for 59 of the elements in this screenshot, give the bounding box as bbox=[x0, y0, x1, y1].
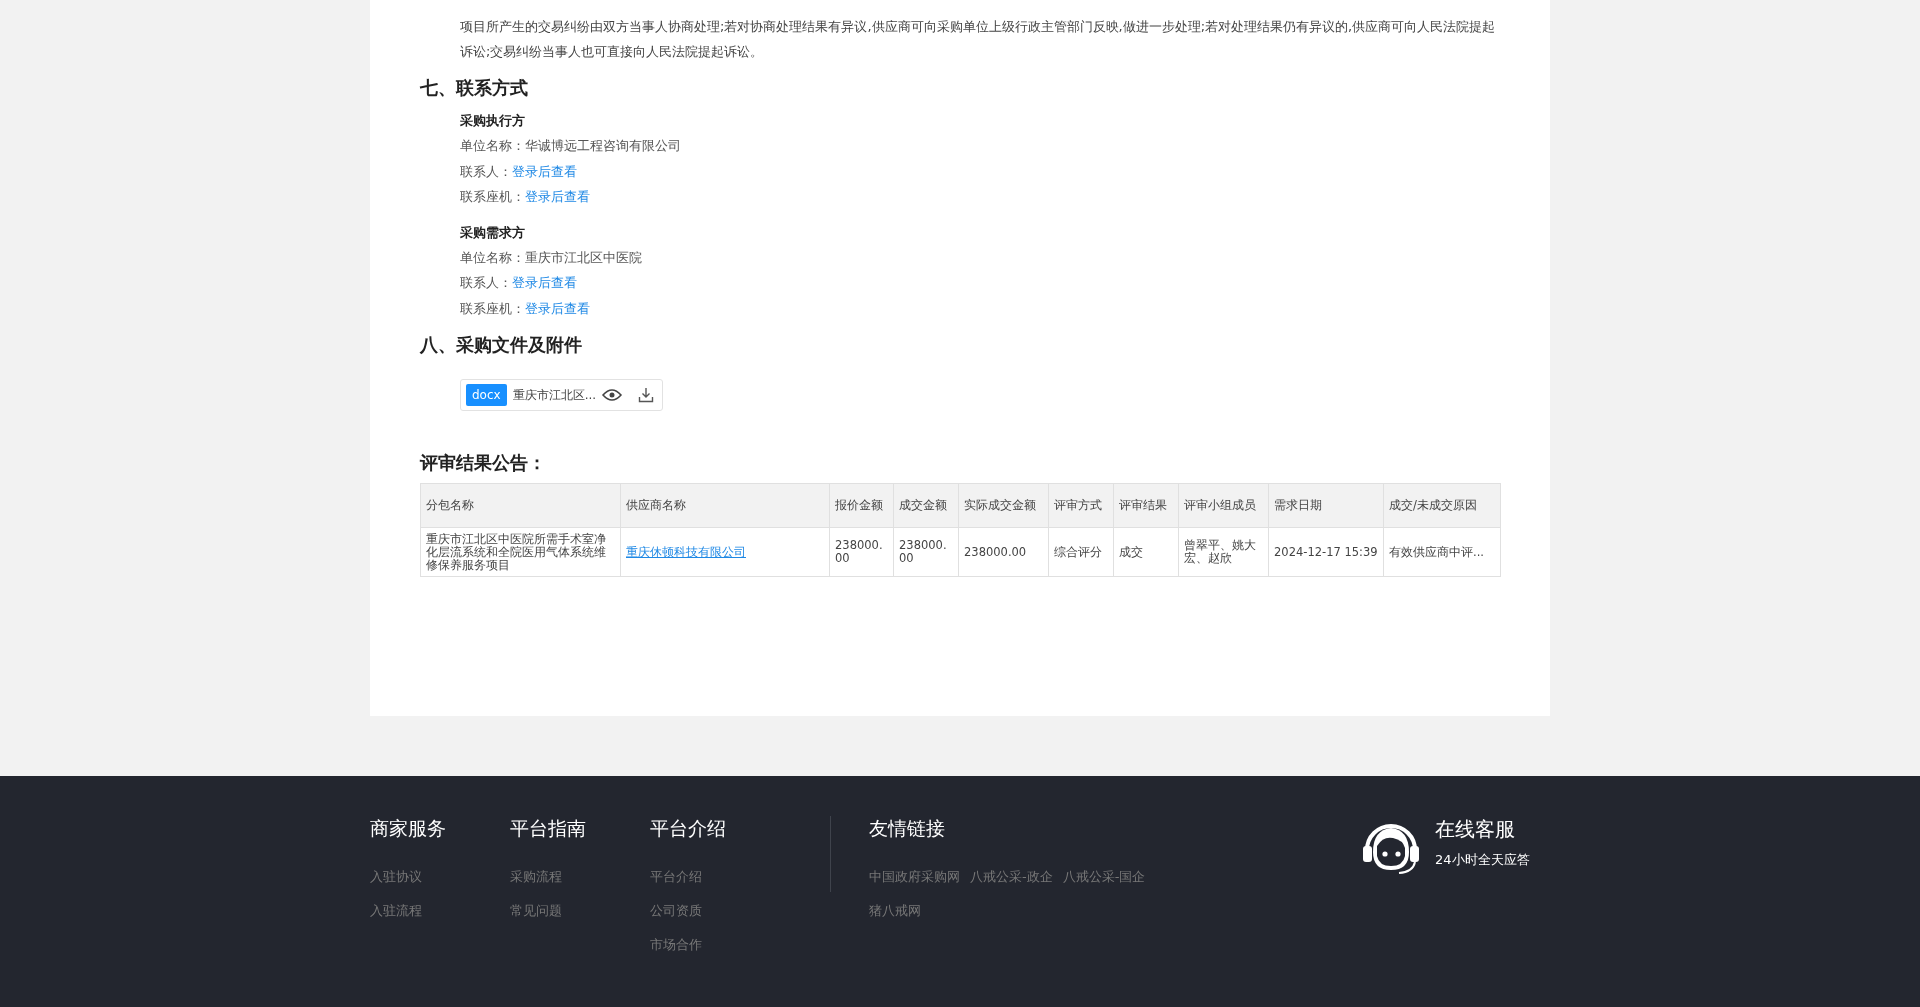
column-header: 报价金额 bbox=[829, 483, 894, 528]
footer-heading: 平台介绍 bbox=[650, 816, 727, 841]
login-link[interactable]: 登录后查看 bbox=[525, 295, 590, 321]
footer-link[interactable]: 八戒公采-国企 bbox=[1062, 860, 1146, 894]
footer-link[interactable]: 公司资质 bbox=[650, 894, 790, 928]
download-icon[interactable] bbox=[638, 387, 655, 403]
footer-link[interactable]: 入驻协议 bbox=[370, 860, 510, 894]
section-heading: 八、采购文件及附件 bbox=[420, 333, 583, 357]
table-cell: 综合评分 bbox=[1048, 527, 1114, 577]
column-header: 评审方式 bbox=[1048, 483, 1114, 528]
field-label: 联系座机： bbox=[460, 188, 525, 206]
footer-link[interactable]: 采购流程 bbox=[510, 860, 650, 894]
field-value: 华诚博远工程咨询有限公司 bbox=[525, 137, 681, 155]
column-header: 评审结果 bbox=[1113, 483, 1179, 528]
table-cell: 有效供应商中评... bbox=[1383, 527, 1501, 577]
column-header: 分包名称 bbox=[420, 483, 621, 528]
field-label: 单位名称： bbox=[460, 248, 525, 267]
preview-icon[interactable] bbox=[602, 388, 623, 402]
footer-link[interactable]: 市场合作 bbox=[650, 928, 790, 962]
footer-link[interactable]: 中国政府采购网 bbox=[869, 860, 960, 894]
table-cell: 曾翠平、姚大宏、赵欣 bbox=[1178, 527, 1269, 577]
footer-link[interactable]: 猪八戒网 bbox=[869, 894, 921, 928]
group-title: 采购执行方 bbox=[460, 112, 526, 130]
column-header: 实际成交金额 bbox=[958, 483, 1049, 528]
column-header: 成交/未成交原因 bbox=[1383, 483, 1501, 528]
field-label: 联系人： bbox=[460, 162, 512, 181]
footer-link[interactable]: 八戒公采-政企 bbox=[970, 860, 1053, 894]
table-cell: 重庆市江北区中医院所需手术室净化层流系统和全院医用气体系统维修保养服务项目 bbox=[420, 527, 621, 577]
footer-link[interactable]: 平台介绍 bbox=[650, 860, 790, 894]
column-header: 成交金额 bbox=[893, 483, 959, 528]
column-header: 供应商名称 bbox=[620, 483, 830, 528]
paragraph: 项目所产生的交易纠纷由双方当事人协商处理;若对协商处理结果有异议,供应商可向采购单位上级行政主管部门反映,做进一步处理;若对处理结果仍有异议的,供应商可向人民法院提起诉讼;交易纠纷当事人也可直接向人民法院提起诉讼。 bbox=[460, 18, 1497, 61]
login-link[interactable]: 登录后查看 bbox=[525, 184, 590, 210]
supplier-link[interactable]: 重庆休顿科技有限公司 bbox=[626, 544, 746, 559]
column-header: 评审小组成员 bbox=[1178, 483, 1269, 528]
login-link[interactable]: 登录后查看 bbox=[512, 270, 577, 296]
field-label: 联系人： bbox=[460, 274, 512, 292]
group-title: 采购需求方 bbox=[460, 223, 526, 242]
table-cell: 238000.00 bbox=[829, 527, 894, 577]
section-heading: 七、联系方式 bbox=[420, 76, 529, 100]
service-subtitle: 24小时全天应答 bbox=[1435, 851, 1530, 869]
section-heading: 评审结果公告： bbox=[420, 451, 547, 475]
file-type-badge: docx bbox=[466, 384, 507, 406]
login-link[interactable]: 登录后查看 bbox=[512, 158, 577, 184]
footer-heading: 平台指南 bbox=[510, 816, 587, 841]
file-name: 重庆市江北区... bbox=[512, 386, 597, 404]
service-title: 在线客服 bbox=[1435, 816, 1516, 843]
field-label: 单位名称： bbox=[460, 137, 525, 155]
column-header: 需求日期 bbox=[1268, 483, 1384, 528]
table-cell: 238000.00 bbox=[893, 527, 959, 577]
footer-heading: 友情链接 bbox=[869, 816, 946, 841]
footer-link[interactable]: 入驻流程 bbox=[370, 894, 510, 928]
table-cell: 2024-12-17 15:39 bbox=[1268, 527, 1384, 577]
footer-heading: 商家服务 bbox=[370, 816, 447, 841]
footer-link[interactable]: 常见问题 bbox=[510, 894, 650, 928]
field-label: 联系座机： bbox=[460, 299, 525, 318]
table-cell: 238000.00 bbox=[958, 527, 1049, 577]
table-cell: 成交 bbox=[1113, 527, 1179, 577]
field-value: 重庆市江北区中医院 bbox=[525, 248, 642, 267]
